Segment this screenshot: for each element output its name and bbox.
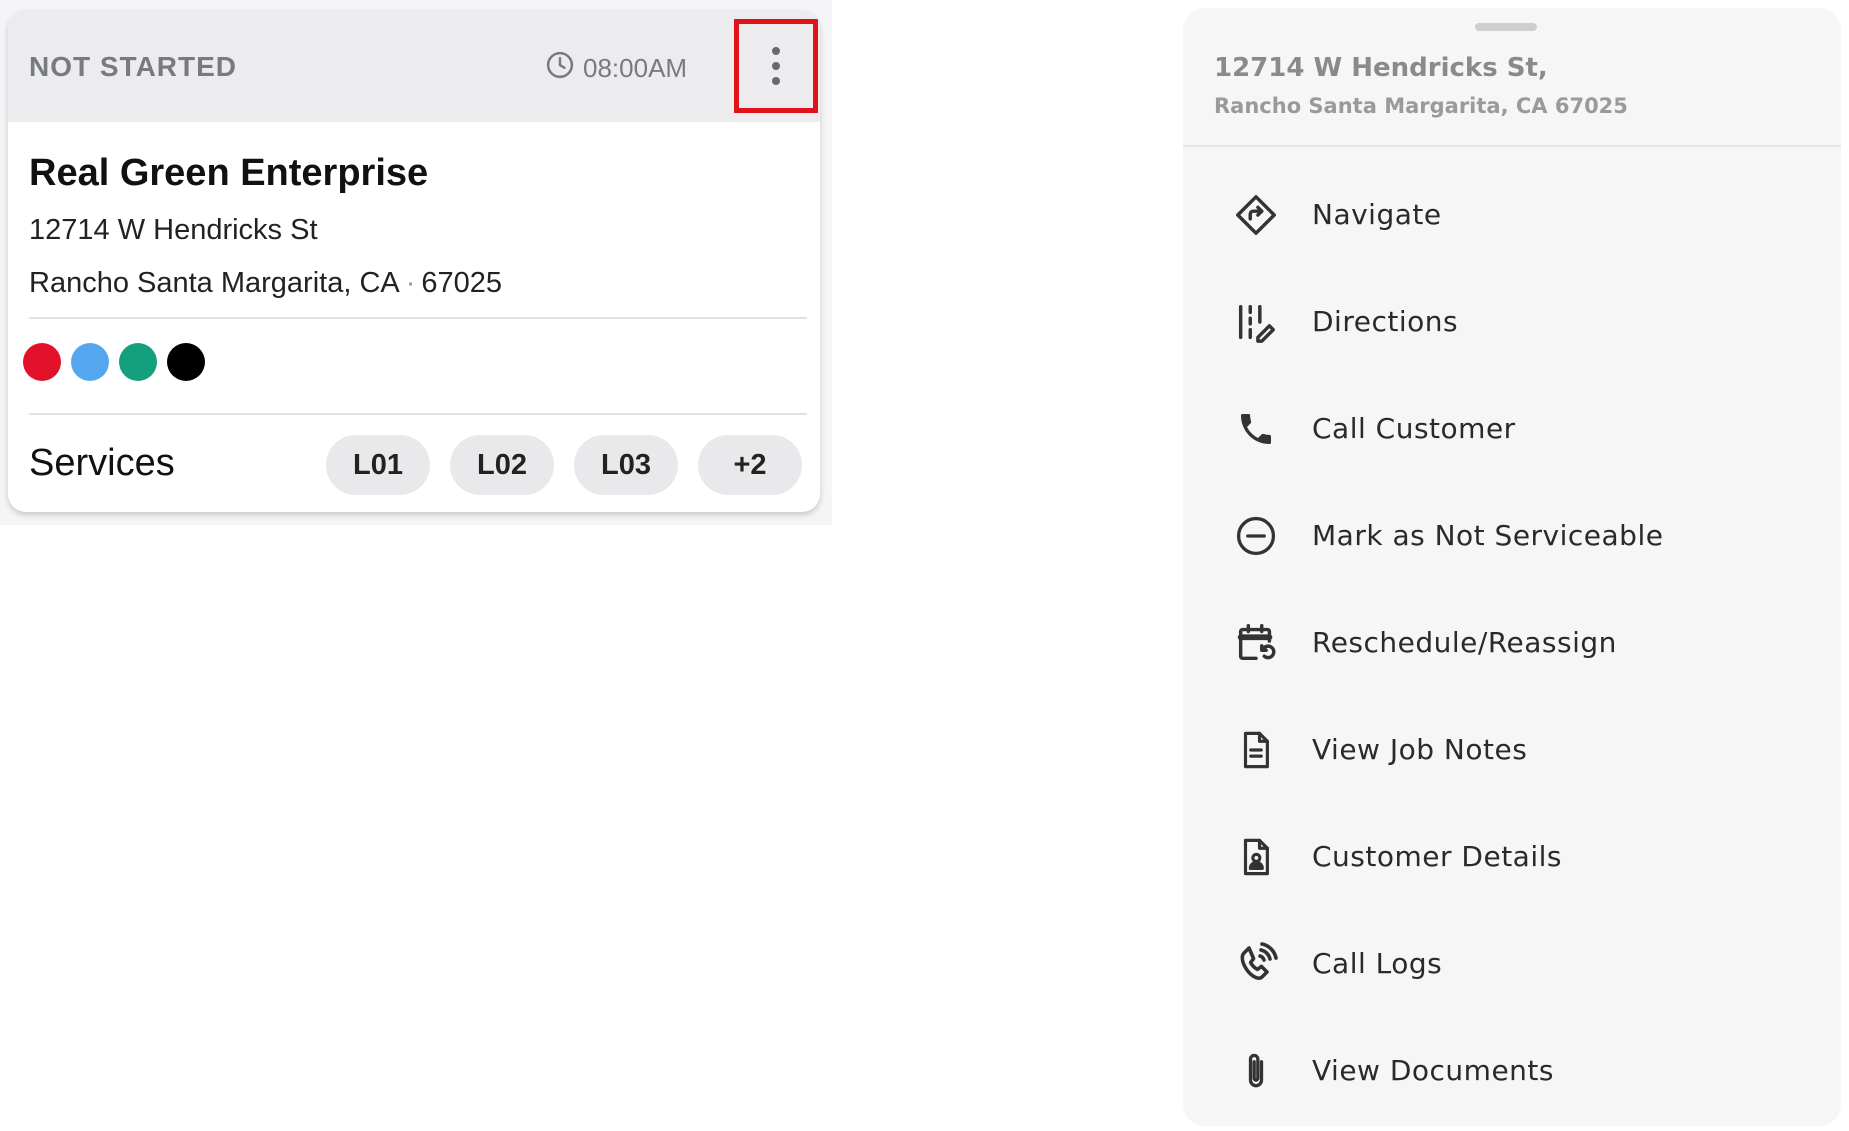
action-label: Navigate bbox=[1312, 198, 1442, 231]
job-status: NOT STARTED bbox=[29, 51, 238, 82]
calendar-reschedule-icon bbox=[1231, 618, 1281, 668]
action-label: Call Customer bbox=[1312, 412, 1516, 445]
color-tags bbox=[23, 343, 205, 381]
color-tag-blue bbox=[71, 343, 109, 381]
job-card-panel: NOT STARTED 08:00AM Real Green Enterpris… bbox=[0, 0, 832, 525]
drag-handle[interactable] bbox=[1475, 23, 1537, 31]
action-call-customer[interactable]: Call Customer bbox=[1183, 375, 1841, 482]
paperclip-icon bbox=[1231, 1046, 1281, 1096]
services-label: Services bbox=[29, 442, 175, 484]
divider bbox=[29, 317, 807, 319]
service-chip[interactable]: L01 bbox=[326, 435, 430, 495]
action-view-job-notes[interactable]: View Job Notes bbox=[1183, 696, 1841, 803]
minus-circle-icon bbox=[1231, 511, 1281, 561]
action-reschedule-reassign[interactable]: Reschedule/Reassign bbox=[1183, 589, 1841, 696]
more-options-button[interactable] bbox=[734, 19, 818, 113]
action-label: View Documents bbox=[1312, 1054, 1554, 1087]
action-label: Reschedule/Reassign bbox=[1312, 626, 1617, 659]
sheet-address-line-1: 12714 W Hendricks St, bbox=[1214, 53, 1548, 83]
divider bbox=[29, 413, 807, 415]
action-directions[interactable]: Directions bbox=[1183, 268, 1841, 375]
company-name: Real Green Enterprise bbox=[29, 152, 429, 194]
directions-icon bbox=[1231, 297, 1281, 347]
phone-ringing-icon bbox=[1231, 939, 1281, 989]
zip-code: 67025 bbox=[421, 267, 503, 299]
service-chip[interactable]: L03 bbox=[574, 435, 678, 495]
action-mark-not-serviceable[interactable]: Mark as Not Serviceable bbox=[1183, 482, 1841, 589]
kebab-dot bbox=[772, 47, 780, 55]
job-card[interactable]: NOT STARTED 08:00AM Real Green Enterpris… bbox=[8, 10, 820, 512]
action-view-documents[interactable]: View Documents bbox=[1183, 1017, 1841, 1124]
clock-icon bbox=[545, 50, 575, 87]
address-line-1: 12714 W Hendricks St bbox=[29, 214, 318, 246]
color-tag-red bbox=[23, 343, 61, 381]
action-navigate[interactable]: Navigate bbox=[1183, 161, 1841, 268]
sheet-address-line-2: Rancho Santa Margarita, CA 67025 bbox=[1214, 94, 1628, 118]
address-separator: · bbox=[405, 267, 416, 299]
divider bbox=[1183, 145, 1841, 147]
phone-icon bbox=[1231, 404, 1281, 454]
job-time: 08:00AM bbox=[545, 50, 687, 86]
kebab-dot bbox=[772, 62, 780, 70]
contact-card-icon bbox=[1231, 832, 1281, 882]
kebab-dot bbox=[772, 77, 780, 85]
document-icon bbox=[1231, 725, 1281, 775]
action-label: Mark as Not Serviceable bbox=[1312, 519, 1664, 552]
action-label: Customer Details bbox=[1312, 840, 1562, 873]
service-chips: L01 L02 L03 +2 bbox=[326, 435, 802, 495]
more-services-chip[interactable]: +2 bbox=[698, 435, 802, 495]
action-label: Directions bbox=[1312, 305, 1459, 338]
city-state: Rancho Santa Margarita, CA bbox=[29, 267, 400, 299]
action-label: View Job Notes bbox=[1312, 733, 1528, 766]
navigate-icon bbox=[1231, 190, 1281, 240]
job-time-text: 08:00AM bbox=[583, 52, 688, 83]
address-line-2: Rancho Santa Margarita, CA · 67025 bbox=[29, 267, 502, 300]
action-call-logs[interactable]: Call Logs bbox=[1183, 910, 1841, 1017]
action-customer-details[interactable]: Customer Details bbox=[1183, 803, 1841, 910]
color-tag-black bbox=[167, 343, 205, 381]
color-tag-green bbox=[119, 343, 157, 381]
job-actions-sheet: 12714 W Hendricks St, Rancho Santa Marga… bbox=[1183, 8, 1841, 1126]
job-card-header: NOT STARTED 08:00AM bbox=[8, 10, 820, 122]
actions-list: Navigate Directions Call Customer Mark a… bbox=[1183, 161, 1841, 1124]
action-label: Call Logs bbox=[1312, 947, 1443, 980]
service-chip[interactable]: L02 bbox=[450, 435, 554, 495]
